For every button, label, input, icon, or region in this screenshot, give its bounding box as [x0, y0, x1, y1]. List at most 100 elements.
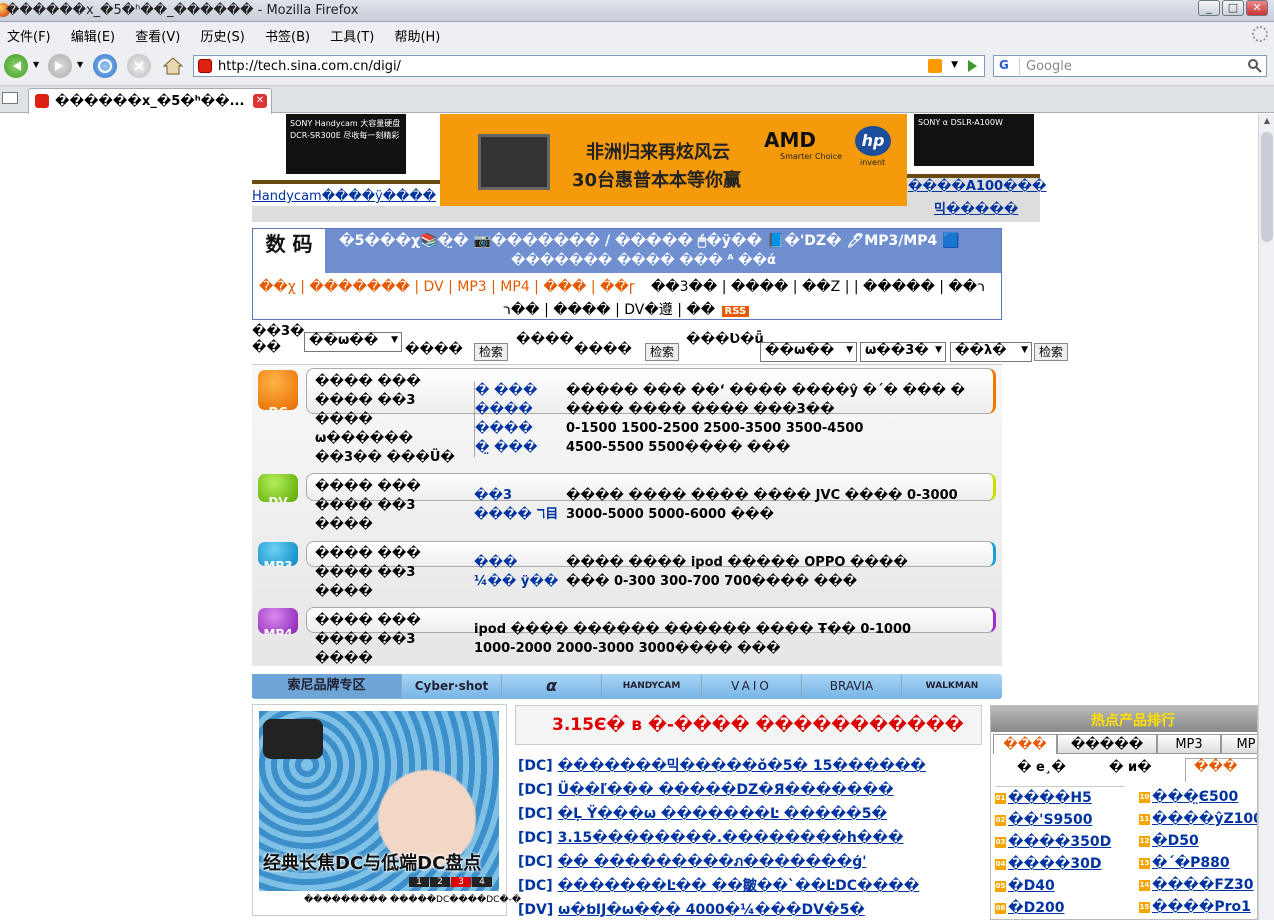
mp3-left-2[interactable]: ���� [315, 582, 421, 601]
mp3-mid-1[interactable]: ¼�� ÿ�� [474, 572, 558, 591]
nav-links-3[interactable]: ר�� | ���� | DV�遵 | �� [503, 302, 715, 318]
rank-link[interactable]: ����350D [1008, 834, 1111, 850]
mp4-right-1[interactable]: 1000-2000 2000-3000 3000���� ��� [474, 639, 911, 658]
a100-link-2[interactable]: 믹����� [934, 198, 1018, 217]
ranking-tab-mp4[interactable]: MP [1221, 734, 1257, 754]
dv-right-0[interactable]: ���� ���� ���� ���� JVC ���� 0-3000 [566, 486, 958, 505]
search-button-1[interactable]: 检索 [474, 343, 509, 361]
url-dropdown-icon[interactable]: ▼ [951, 60, 958, 70]
price-select[interactable]: ��λ� ▼ [950, 342, 1032, 362]
amd-hp-ad[interactable]: 非洲归来再炫风云 30台惠普本本等你赢 AMD Smarter Choice h… [440, 114, 907, 206]
dv-mid-0[interactable]: ��3 [474, 486, 558, 505]
menu-history[interactable]: 历史(S) [200, 26, 244, 45]
mp3-category-icon[interactable]: MP3 [258, 542, 298, 566]
dc-mid-1[interactable]: ���� [475, 400, 537, 419]
scroll-thumb[interactable] [1261, 132, 1273, 242]
headline[interactable]: 3.15Є� в �-���� ����������� [552, 715, 964, 735]
news-link[interactable]: �������Ŀ�� ��皺��`��ĿDC���� [558, 878, 920, 894]
feature-page-1[interactable]: 1 [409, 877, 429, 887]
stop-button[interactable] [127, 54, 151, 78]
feature-page-4[interactable]: 4 [472, 877, 492, 887]
dv-mid-1[interactable]: ���� ℸ目 [474, 505, 558, 524]
subtab-2[interactable]: � и� [1109, 760, 1152, 775]
bravia-tab[interactable]: BRAVIA [802, 674, 902, 698]
minimize-button[interactable]: _ [1198, 0, 1220, 16]
back-dropdown-icon[interactable]: ▼ [33, 60, 39, 69]
type-select[interactable]: ω��3� ▼ [860, 342, 946, 362]
mp4-right-0[interactable]: ipod ���� ������ ������ ���� Ŧ�� 0-1000 [474, 620, 911, 639]
news-tag[interactable]: [DC] [518, 854, 553, 870]
sony-handycam-ad[interactable]: SONY Handycam 大容量硬盘 DCR-SR300E 尽收每一刻精彩 [286, 114, 406, 174]
dc-right-0[interactable]: ����� ��� ��ʻ ���� ����ŷ �´� ��� � [566, 381, 965, 400]
a100-link[interactable]: ����A100��� [908, 179, 1047, 194]
news-tag[interactable]: [DV] [518, 902, 553, 918]
dv-left-2[interactable]: ���� [315, 515, 421, 534]
nav-links-black[interactable]: ��3�� | ���� | ��Z | | ����� | ��ר [651, 279, 985, 295]
search-button-2[interactable]: 检索 [645, 343, 680, 361]
forward-button[interactable] [48, 54, 72, 78]
ranking-tab-mp3[interactable]: MP3 [1157, 734, 1221, 754]
handycam-tab[interactable]: HANDYCAM [602, 674, 702, 698]
menu-help[interactable]: 帮助(H) [394, 26, 440, 45]
rank-link[interactable]: ����Pro1 [1152, 899, 1251, 915]
walkman-tab[interactable]: WALKMAN [902, 674, 1002, 698]
dc-left-1[interactable]: ���� ��3 [315, 391, 455, 410]
brand-select-2[interactable]: ��ω�� ▼ [760, 342, 857, 362]
dv-left-0[interactable]: ���� ��� [315, 477, 421, 496]
search-button-3[interactable]: 检索 [1034, 343, 1069, 361]
alpha-tab[interactable]: α [502, 674, 602, 698]
mp3-right-1[interactable]: ��� 0-300 300-700 700���� ��� [566, 572, 908, 591]
mp3-right-0[interactable]: ���� ���� ipod ����� OPPO ���� [566, 553, 908, 572]
address-bar[interactable]: http://tech.sina.com.cn/digi/ ▼ [193, 55, 985, 77]
rank-link[interactable]: �D50 [1152, 833, 1199, 849]
news-link[interactable]: �� ���������ภ�������ģ' [558, 854, 867, 870]
search-input[interactable]: Google [1026, 59, 1072, 74]
mp3-left-1[interactable]: ���� ��3 [315, 563, 421, 582]
mp4-left-0[interactable]: ���� ��� [315, 611, 421, 630]
dc-left-2[interactable]: ���� [315, 410, 455, 429]
scroll-up-icon[interactable]: ▲ [1261, 116, 1273, 128]
dc-right-3[interactable]: 4500-5500 5500���� ��� [566, 438, 965, 457]
dv-category-icon[interactable]: DV [258, 474, 298, 502]
mp4-left-1[interactable]: ���� ��3 [315, 630, 421, 649]
handycam-link[interactable]: Handycam����ÿ���� [252, 189, 436, 204]
menu-edit[interactable]: 编辑(E) [71, 26, 115, 45]
feature-image[interactable]: 经典长焦DC与低端DC盘点 1 2 3 4 [259, 711, 499, 891]
go-button[interactable] [962, 57, 982, 75]
rank-link[interactable]: ����ŷZ1000 [1152, 811, 1257, 827]
home-button[interactable] [161, 54, 185, 78]
search-engine-icon[interactable]: G [996, 58, 1020, 75]
dc-mid-3[interactable]: �̤ ��� [475, 438, 537, 457]
rank-link[interactable]: ����H5 [1008, 790, 1092, 806]
reload-button[interactable] [93, 54, 117, 78]
nav-row1[interactable]: �5���χ📚�̤� 📷������� / ����� 🖱�ÿ�� 📘�'DZ�… [339, 233, 960, 249]
back-button[interactable] [4, 54, 28, 78]
dc-left-4[interactable]: ��3�� ���Ü� [315, 448, 455, 467]
menu-bookmarks[interactable]: 书签(B) [265, 26, 310, 45]
search-bar[interactable]: G Google [993, 55, 1267, 77]
mp3-mid-0[interactable]: ��� [474, 553, 558, 572]
dv-left-1[interactable]: ���� ��3 [315, 496, 421, 515]
feature-under-text[interactable]: ��������� �����DC����DC�-� [304, 895, 521, 905]
tab-list-icon[interactable] [2, 92, 18, 104]
nav-row2[interactable]: ������� ���� ��� ᴬ ��ά [511, 253, 776, 268]
ranking-tab-2[interactable]: ����� [1057, 734, 1157, 754]
subtab-3[interactable]: ��� [1185, 758, 1257, 782]
rank-link[interactable]: �D40 [1008, 878, 1055, 894]
news-tag[interactable]: [DC] [518, 782, 553, 798]
menu-tools[interactable]: 工具(T) [330, 26, 374, 45]
rank-link[interactable]: ��'S9500 [1008, 812, 1093, 828]
menu-view[interactable]: 查看(V) [135, 26, 180, 45]
dc-left-3[interactable]: ω������ [315, 429, 455, 448]
news-tag[interactable]: [DC] [518, 806, 553, 822]
dc-left-0[interactable]: ���� ��� [315, 372, 455, 391]
rank-link[interactable]: �D200 [1008, 900, 1064, 916]
sony-zone-tab[interactable]: 索尼品牌专区 [252, 674, 402, 698]
news-tag[interactable]: [DC] [518, 878, 553, 894]
nav-links-orange[interactable]: ��χ | ������� | DV | MP3 | MP4 | ��� | �… [259, 279, 635, 295]
maximize-button[interactable]: □ [1222, 0, 1244, 16]
dc-right-1[interactable]: ���� ���� ���� ���3�� [566, 400, 965, 419]
vertical-scrollbar[interactable]: ▲ [1258, 114, 1274, 920]
dc-mid-0[interactable]: � ��� [475, 381, 537, 400]
news-tag[interactable]: [DC] [518, 758, 553, 774]
